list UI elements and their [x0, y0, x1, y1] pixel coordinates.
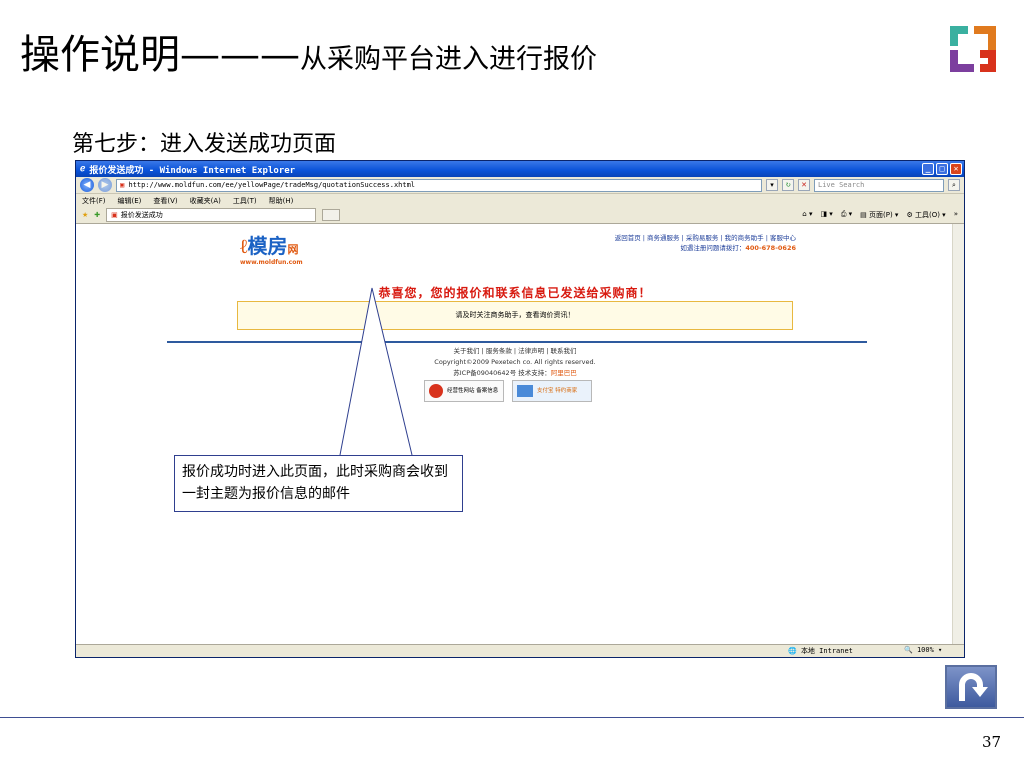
page-number: 37 [982, 733, 1002, 751]
u-turn-arrow-icon [959, 673, 988, 701]
return-button[interactable] [945, 665, 997, 709]
callout-pointer [339, 287, 413, 456]
callout-box: 报价成功时进入此页面，此时采购商会收到一封主题为报价信息的邮件 [174, 455, 463, 512]
slide-rule [0, 717, 1024, 718]
